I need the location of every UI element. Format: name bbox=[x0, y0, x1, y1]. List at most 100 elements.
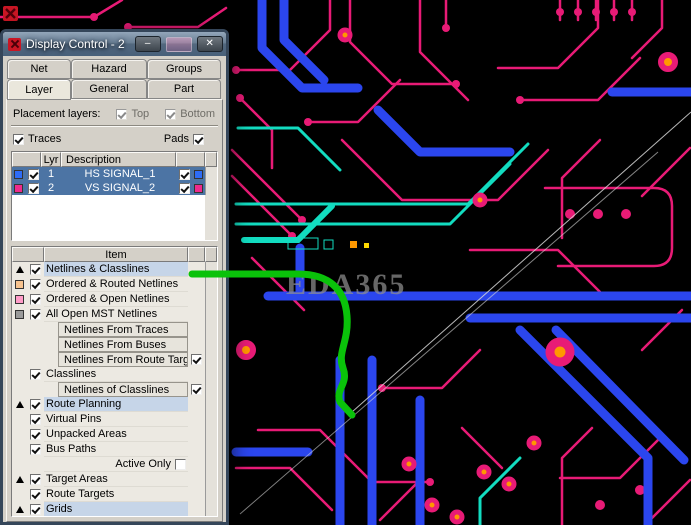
items-scrollbar-track[interactable] bbox=[205, 322, 217, 337]
item-row[interactable]: Grids bbox=[12, 502, 217, 516]
placement-top-label: Top bbox=[131, 108, 150, 120]
item-color-swatch[interactable] bbox=[15, 280, 24, 289]
item-row[interactable]: Netlines of Classlines bbox=[12, 382, 217, 397]
item-row[interactable]: Netlines & Classlines bbox=[12, 262, 217, 277]
items-scrollbar-track[interactable] bbox=[205, 337, 217, 352]
layer-pads-checkbox[interactable] bbox=[178, 182, 190, 194]
item-label: Netlines From Buses bbox=[58, 337, 188, 352]
item-row[interactable]: Target Areas bbox=[12, 472, 217, 487]
titlebar[interactable]: Display Control - 2 – ✕ bbox=[3, 32, 226, 56]
items-scrollbar-track[interactable] bbox=[205, 292, 217, 307]
tab-groups[interactable]: Groups bbox=[147, 59, 221, 79]
item-row[interactable]: Unpacked Areas bbox=[12, 427, 217, 442]
pads-checkbox[interactable] bbox=[193, 133, 204, 145]
item-row[interactable]: Netlines From Route Targets bbox=[12, 352, 217, 367]
background-app-icon bbox=[3, 6, 18, 21]
tab-net[interactable]: Net bbox=[7, 59, 71, 79]
layer-color-swatch[interactable] bbox=[14, 183, 23, 193]
layer-number: 1 bbox=[41, 167, 61, 181]
item-checkbox[interactable] bbox=[30, 474, 41, 485]
tab-hazard[interactable]: Hazard bbox=[71, 59, 147, 79]
layer-visible-checkbox[interactable] bbox=[27, 168, 39, 180]
layer-visible-checkbox[interactable] bbox=[27, 182, 39, 194]
description-column-header[interactable]: Description bbox=[61, 152, 176, 167]
item-right-checkbox[interactable] bbox=[191, 384, 202, 395]
layer-row[interactable]: 1 HS SIGNAL_1 bbox=[12, 167, 217, 181]
item-row[interactable]: Active Only bbox=[12, 457, 217, 472]
item-row[interactable]: Route Planning bbox=[12, 397, 217, 412]
items-scrollbar-track[interactable] bbox=[205, 397, 217, 412]
layer-pads-checkbox[interactable] bbox=[178, 168, 190, 180]
item-label: Target Areas bbox=[44, 472, 188, 487]
items-scrollbar-track[interactable] bbox=[205, 427, 217, 442]
item-checkbox[interactable] bbox=[30, 414, 41, 425]
items-scrollbar-track[interactable] bbox=[205, 367, 217, 382]
layers-scrollbar-track[interactable] bbox=[205, 167, 217, 181]
traces-checkbox[interactable] bbox=[13, 133, 24, 145]
items-scrollbar-track[interactable] bbox=[205, 442, 217, 457]
lyr-column-header[interactable]: Lyr bbox=[41, 152, 61, 167]
expand-arrow-icon[interactable] bbox=[15, 506, 24, 513]
item-row[interactable]: Classlines bbox=[12, 367, 217, 382]
item-right-checkbox[interactable] bbox=[191, 354, 202, 365]
item-checkbox[interactable] bbox=[30, 489, 41, 500]
items-scrollbar-track[interactable] bbox=[205, 412, 217, 427]
placement-layers-label: Placement layers: bbox=[13, 108, 101, 120]
layer-description: HS SIGNAL_1 bbox=[61, 167, 176, 181]
item-row[interactable]: All Open MST Netlines bbox=[12, 307, 217, 322]
item-checkbox[interactable] bbox=[30, 294, 41, 305]
item-checkbox[interactable] bbox=[30, 369, 41, 380]
application-window: EDA365 Display Control - 2 – ✕ Net Hazar… bbox=[0, 0, 691, 525]
items-scrollbar-track[interactable] bbox=[205, 307, 217, 322]
item-row[interactable]: Ordered & Routed Netlines bbox=[12, 277, 217, 292]
close-button[interactable]: ✕ bbox=[196, 36, 223, 52]
placement-bottom-checkbox[interactable] bbox=[165, 108, 177, 120]
item-row[interactable]: Virtual Pins bbox=[12, 412, 217, 427]
items-scrollbar-track[interactable] bbox=[205, 472, 217, 487]
items-list-header: Item bbox=[12, 247, 217, 262]
item-row[interactable]: Netlines From Traces bbox=[12, 322, 217, 337]
item-row[interactable]: Netlines From Buses bbox=[12, 337, 217, 352]
item-column-header[interactable]: Item bbox=[44, 247, 188, 262]
tab-part[interactable]: Part bbox=[147, 79, 221, 99]
item-color-swatch[interactable] bbox=[15, 295, 24, 304]
expand-arrow-icon[interactable] bbox=[15, 476, 24, 483]
item-label: Bus Paths bbox=[44, 442, 188, 457]
tab-layer[interactable]: Layer bbox=[7, 79, 71, 100]
layer-color-swatch[interactable] bbox=[14, 169, 23, 179]
items-scrollbar-track[interactable] bbox=[205, 457, 217, 472]
placement-top-checkbox[interactable] bbox=[116, 108, 128, 120]
placement-layers-row: Placement layers: Top Bottom bbox=[10, 103, 219, 125]
items-scrollbar-track[interactable] bbox=[205, 262, 217, 277]
item-row[interactable]: Ordered & Open Netlines bbox=[12, 292, 217, 307]
items-scrollbar-track[interactable] bbox=[205, 352, 217, 367]
items-scrollbar-track[interactable] bbox=[205, 277, 217, 292]
layer-pad-color-swatch[interactable] bbox=[194, 169, 203, 179]
item-checkbox[interactable] bbox=[30, 279, 41, 290]
items-scrollbar-track[interactable] bbox=[205, 487, 217, 502]
item-label: Netlines of Classlines bbox=[58, 382, 188, 397]
expand-arrow-icon[interactable] bbox=[15, 266, 24, 273]
minimize-button[interactable]: – bbox=[134, 36, 161, 52]
tab-row-1: Net Hazard Groups bbox=[6, 59, 223, 79]
item-checkbox[interactable] bbox=[30, 309, 41, 320]
layers-table: Lyr Description 1 HS SIGNAL_1 2 VS SIGNA… bbox=[11, 151, 218, 241]
layer-pad-color-swatch[interactable] bbox=[194, 183, 203, 193]
expand-arrow-icon[interactable] bbox=[15, 401, 24, 408]
tab-general[interactable]: General bbox=[71, 79, 147, 99]
layer-tab-panel: Placement layers: Top Bottom Traces Pads bbox=[6, 99, 223, 522]
item-label: Ordered & Routed Netlines bbox=[44, 277, 188, 292]
item-checkbox[interactable] bbox=[30, 444, 41, 455]
items-scrollbar-track[interactable] bbox=[205, 502, 217, 516]
item-row[interactable]: Route Targets bbox=[12, 487, 217, 502]
layer-row[interactable]: 2 VS SIGNAL_2 bbox=[12, 181, 217, 195]
items-scrollbar-track[interactable] bbox=[205, 382, 217, 397]
item-checkbox[interactable] bbox=[30, 429, 41, 440]
active-only-checkbox[interactable] bbox=[175, 458, 186, 470]
item-row[interactable]: Bus Paths bbox=[12, 442, 217, 457]
layers-scrollbar-track[interactable] bbox=[205, 181, 217, 195]
item-color-swatch[interactable] bbox=[15, 310, 24, 319]
item-checkbox[interactable] bbox=[30, 399, 41, 410]
item-checkbox[interactable] bbox=[30, 264, 41, 275]
item-checkbox[interactable] bbox=[30, 504, 41, 515]
